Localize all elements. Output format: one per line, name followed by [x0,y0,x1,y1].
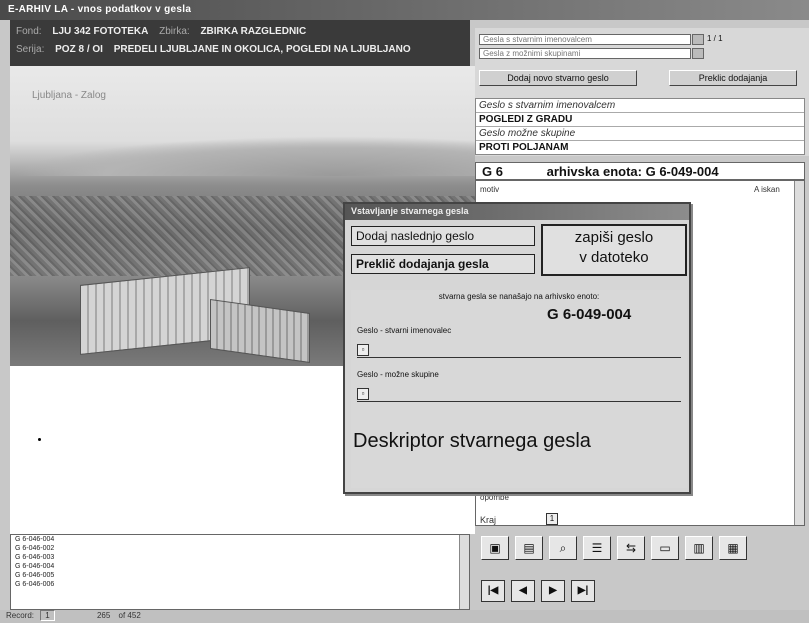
filter-icon[interactable]: ⇆ [617,536,645,560]
keyword-type-combo[interactable]: Gesla s stvarnim imenovalcem [479,34,691,45]
zbirka-value: ZBIRKA RAZGLEDNIC [200,26,307,37]
dialog-info-text: stvarna gesla se nanašajo na arhivsko en… [438,292,600,301]
archive-code: G 6-049-004 [645,164,719,179]
record-list[interactable]: G 6-046-004 G 6-046-002 G 6-046-003 G 6-… [10,534,470,610]
save-keyword-button[interactable]: zapiši geslo v datoteko [541,224,687,276]
list-scrollbar[interactable] [459,535,469,609]
field2-input[interactable] [357,386,681,402]
field1-label: Geslo - stvarni imenovalec [357,326,452,335]
photo-building-2 [210,298,310,364]
window-title: E-ARHIV LA - vnos podatkov v gesla [0,0,809,20]
keyword-list: Geslo s stvarnim imenovalcem POGLEDI Z G… [475,98,805,155]
list-item[interactable]: G 6-046-003 [11,553,469,562]
notes-label: opombe [480,493,509,502]
toolbar: ▣ ▤ ⌕ ☰ ⇆ ▭ ▥ ▦ |◀ ◀ ▶ ▶| [475,526,809,610]
kw-value-2[interactable]: PROTI POLJANAM [476,140,804,154]
field1-input[interactable] [357,342,681,358]
gallery-icon[interactable]: ▭ [651,536,679,560]
cancel-keyword-button[interactable]: Preklič dodajanja gesla [351,254,535,274]
dialog-title: Vstavljanje stvarnega gesla [345,204,689,220]
last-record-button[interactable]: ▶| [571,580,595,602]
save-button-line2: v datoteko [579,249,649,266]
archive-unit-header: G 6 arhivska enota: G 6-049-004 [475,162,805,180]
fond-label: Fond: [16,26,42,37]
dialog-form: stvarna gesla se nanašajo na arhivsko en… [351,290,687,488]
chart-icon[interactable]: ▥ [685,536,713,560]
list-icon[interactable]: ☰ [583,536,611,560]
list-item[interactable]: G 6-046-004 [11,535,469,544]
record-header: Fond: LJU 342 FOTOTEKA Zbirka: ZBIRKA RA… [10,20,470,66]
chevron-down-icon[interactable] [692,48,704,59]
header-row-serija: Serija: POZ 8 / OI PREDELI LJUBLJANE IN … [16,44,419,55]
serija-title: PREDELI LJUBLJANE IN OKOLICA, POGLEDI NA… [113,44,411,55]
field2-label: Geslo - možne skupine [357,370,439,379]
combo-counter: 1 / 1 [707,34,723,43]
record-icon[interactable]: ▣ [481,536,509,560]
serija-label: Serija: [16,44,45,55]
keyword-dialog: Vstavljanje stvarnega gesla Dodaj nasled… [343,202,691,494]
form-icon[interactable]: ▤ [515,536,543,560]
zbirka-label: Zbirka: [159,26,190,37]
header-row-fond: Fond: LJU 342 FOTOTEKA Zbirka: ZBIRKA RA… [16,26,314,37]
archive-title: arhivska enota: [546,164,642,179]
first-record-button[interactable]: |◀ [481,580,505,602]
keyword-group-combo[interactable]: Gesla z možnimi skupinami [479,48,691,59]
cancel-adding-button[interactable]: Preklic dodajanja [669,70,797,86]
a-iskan-label: A iskan [754,185,780,194]
kw-label-2: Geslo možne skupine [476,126,804,140]
serija-value: POZ 8 / OI [55,44,103,55]
descriptor-text: Deskriptor stvarnega gesla [353,430,591,452]
chevron-down-icon[interactable] [692,34,704,45]
kw-label-1: Geslo s stvarnim imenovalcem [479,100,616,111]
status-bar: Record: 1 265 of 452 [0,610,809,623]
list-item[interactable]: G 6-046-006 [11,580,469,589]
photo-caption: Ljubljana - Zalog [32,90,106,101]
fond-value: LJU 342 FOTOTEKA [52,26,149,37]
save-button-line1: zapiši geslo [574,229,654,246]
kw-value-1[interactable]: POGLEDI Z GRADU [476,112,804,126]
keyword-panel: Gesla s stvarnim imenovalcem 1 / 1 Gesla… [475,28,809,156]
record-field[interactable]: 1 [40,610,55,621]
record-position: 265 [96,611,111,620]
dot-marker [38,438,41,441]
list-item[interactable]: G 6-046-005 [11,571,469,580]
record-label: Record: [6,611,35,620]
add-keyword-button[interactable]: Dodaj novo stvarno geslo [479,70,637,86]
motiv-label: motiv [480,185,500,194]
next-record-button[interactable]: ▶ [541,580,565,602]
archive-prefix: G 6 [482,164,503,179]
search-icon[interactable]: ⌕ [549,536,577,560]
list-item[interactable]: G 6-046-002 [11,544,469,553]
list-item[interactable]: G 6-046-004 [11,562,469,571]
dialog-unit-code: G 6-049-004 [547,306,632,323]
kraj-label: Kraj [480,515,497,525]
print-icon[interactable]: ▦ [719,536,747,560]
add-next-keyword-button[interactable]: Dodaj naslednjo geslo [351,226,535,246]
archive-scrollbar[interactable] [794,181,804,525]
photo-hills [10,136,475,176]
prev-record-button[interactable]: ◀ [511,580,535,602]
record-total: of 452 [118,611,141,620]
kraj-button[interactable]: 1 [546,513,558,525]
